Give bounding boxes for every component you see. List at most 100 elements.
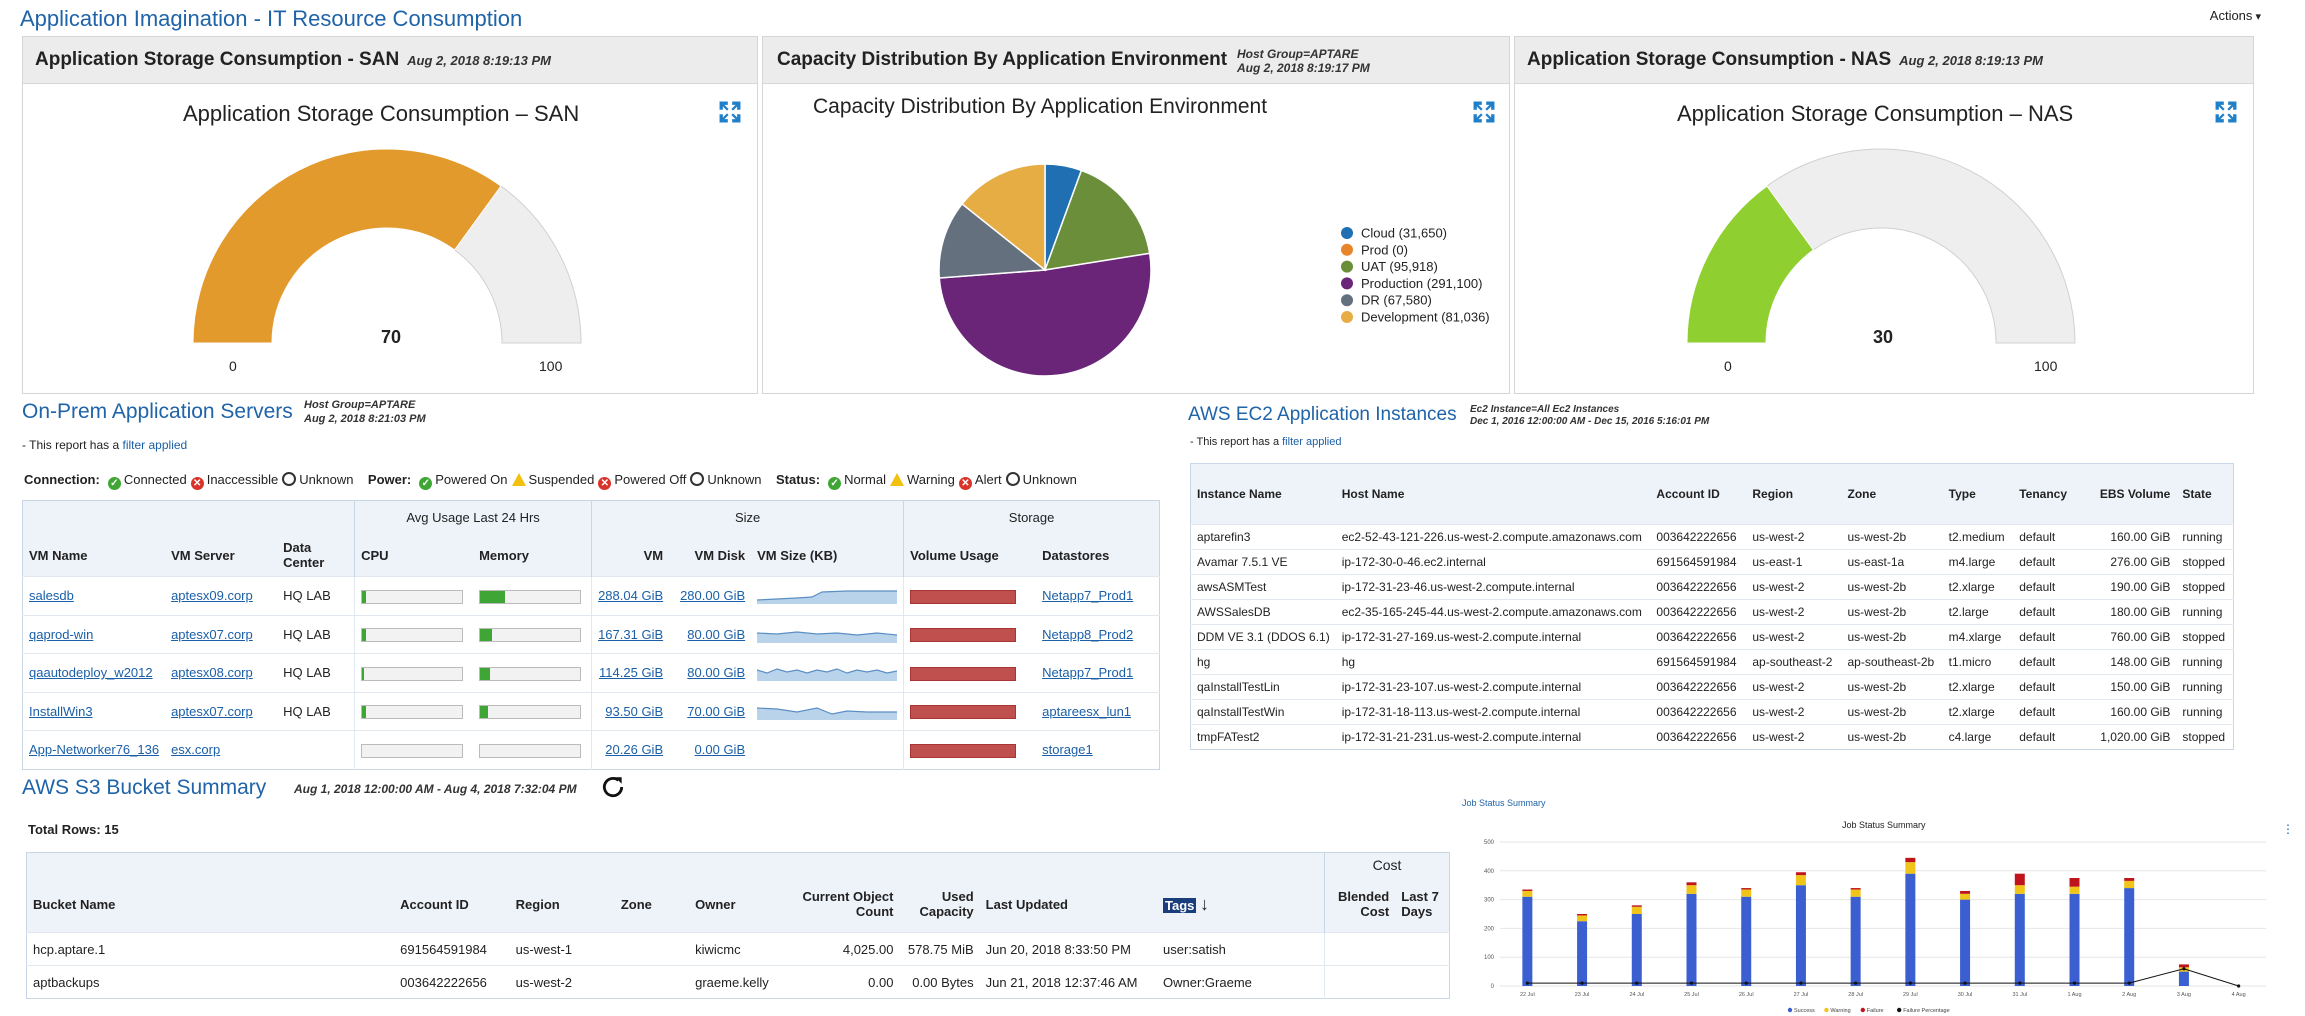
bar-warning[interactable]: [1577, 915, 1588, 922]
vm-disk-link[interactable]: 280.00 GiB: [680, 588, 745, 603]
table-row[interactable]: hcp.aptare.1 691564591984 us-west-1 kiwicmc…: [26, 932, 1450, 966]
bar-warning[interactable]: [1686, 885, 1697, 894]
col-used-capacity[interactable]: Used Capacity: [899, 876, 980, 933]
vm-name-link[interactable]: qaprod-win: [29, 627, 93, 642]
bar-warning[interactable]: [1631, 906, 1642, 914]
col-type[interactable]: Type: [1942, 463, 2014, 525]
vm-disk-link[interactable]: 0.00 GiB: [695, 742, 746, 757]
bar-failure[interactable]: [1686, 882, 1697, 886]
datastore-link[interactable]: aptareesx_lun1: [1042, 704, 1131, 719]
col-vm[interactable]: VM: [591, 534, 670, 577]
col-account-id[interactable]: Account ID: [394, 876, 510, 933]
bar-failure[interactable]: [2124, 878, 2135, 881]
col-cpu[interactable]: CPU: [354, 534, 474, 577]
bar-success[interactable]: [1960, 899, 1971, 986]
table-row[interactable]: aptbackups 003642222656 us-west-2 graeme.ke…: [26, 965, 1450, 999]
col-zone[interactable]: Zone: [614, 876, 690, 933]
vm-size-link[interactable]: 93.50 GiB: [605, 704, 663, 719]
col-zone[interactable]: Zone: [1841, 463, 1943, 525]
bar-failure[interactable]: [1795, 872, 1806, 876]
table-row[interactable]: AWSSalesDB ec2-35-165-245-44.us-west-2.co…: [1190, 599, 2234, 625]
bar-success[interactable]: [1686, 893, 1697, 986]
col-volume-usage[interactable]: Volume Usage: [903, 534, 1037, 577]
bar-success[interactable]: [2178, 971, 2189, 986]
bar-failure[interactable]: [1577, 914, 1588, 916]
bar-success[interactable]: [1850, 896, 1861, 986]
table-row[interactable]: Avamar 7.5.1 VE ip-172-30-0-46.ec2.intern…: [1190, 549, 2234, 575]
vm-name-link[interactable]: App-Networker76_136: [29, 742, 159, 757]
col-ebs-volume[interactable]: EBS Volume: [2086, 463, 2177, 525]
bar-failure[interactable]: [1905, 857, 1916, 863]
vm-server-link[interactable]: esx.corp: [171, 742, 220, 757]
col-vm-disk[interactable]: VM Disk: [669, 534, 752, 577]
vm-size-link[interactable]: 167.31 GiB: [598, 627, 663, 642]
bar-warning[interactable]: [1795, 875, 1806, 886]
table-row[interactable]: DDM VE 3.1 (DDOS 6.1) ip-172-31-27-169.us…: [1190, 624, 2234, 650]
bar-failure[interactable]: [1960, 890, 1971, 894]
col-object-count[interactable]: Current Object Count: [794, 876, 900, 933]
bar-warning[interactable]: [2014, 885, 2025, 894]
col-last-7-days[interactable]: Last 7 Days: [1395, 876, 1450, 933]
bar-warning[interactable]: [1850, 889, 1861, 897]
bar-success[interactable]: [1795, 885, 1806, 986]
table-row[interactable]: tmpFATest2 ip-172-31-21-231.us-west-2.com…: [1190, 724, 2234, 750]
actions-menu[interactable]: Actions: [2210, 8, 2261, 23]
vm-server-link[interactable]: aptesx07.corp: [171, 627, 253, 642]
bar-warning[interactable]: [1522, 890, 1533, 897]
vm-name-link[interactable]: salesdb: [29, 588, 74, 603]
table-row[interactable]: qaInstallTestLin ip-172-31-23-107.us-west…: [1190, 674, 2234, 700]
bar-failure[interactable]: [2069, 878, 2080, 887]
datastore-link[interactable]: Netapp7_Prod1: [1042, 588, 1133, 603]
datastore-link[interactable]: Netapp8_Prod2: [1042, 627, 1133, 642]
bar-failure[interactable]: [1850, 888, 1861, 890]
bar-warning[interactable]: [2069, 886, 2080, 894]
col-vm-name[interactable]: VM Name: [22, 534, 166, 577]
col-instance-name[interactable]: Instance Name: [1190, 463, 1336, 525]
vm-disk-link[interactable]: 80.00 GiB: [687, 665, 745, 680]
vm-disk-link[interactable]: 80.00 GiB: [687, 627, 745, 642]
col-state[interactable]: State: [2176, 463, 2234, 525]
bar-failure[interactable]: [1631, 905, 1642, 907]
vm-server-link[interactable]: aptesx09.corp: [171, 588, 253, 603]
vm-server-link[interactable]: aptesx07.corp: [171, 704, 253, 719]
filter-applied-link[interactable]: filter applied: [1282, 436, 1341, 448]
bar-warning[interactable]: [1905, 862, 1916, 874]
vm-disk-link[interactable]: 70.00 GiB: [687, 704, 745, 719]
col-memory[interactable]: Memory: [473, 534, 592, 577]
table-row[interactable]: qaInstallTestWin ip-172-31-18-113.us-west…: [1190, 699, 2234, 725]
refresh-icon[interactable]: [600, 774, 626, 800]
col-vm-server[interactable]: VM Server: [165, 534, 278, 577]
table-row[interactable]: awsASMTest ip-172-31-23-46.us-west-2.comp…: [1190, 574, 2234, 600]
col-region[interactable]: Region: [1746, 463, 1842, 525]
bar-success[interactable]: [1577, 921, 1588, 986]
vm-server-link[interactable]: aptesx08.corp: [171, 665, 253, 680]
bar-success[interactable]: [1741, 896, 1752, 986]
datastore-link[interactable]: Netapp7_Prod1: [1042, 665, 1133, 680]
bar-failure[interactable]: [2178, 964, 2189, 968]
col-account-id[interactable]: Account ID: [1650, 463, 1747, 525]
vm-size-link[interactable]: 288.04 GiB: [598, 588, 663, 603]
bar-success[interactable]: [1905, 873, 1916, 986]
bar-warning[interactable]: [1960, 893, 1971, 900]
bar-warning[interactable]: [2124, 880, 2135, 889]
vm-name-link[interactable]: qaautodeploy_w2012: [29, 665, 153, 680]
bar-success[interactable]: [1522, 896, 1533, 986]
col-bucket-name[interactable]: Bucket Name: [26, 876, 395, 933]
col-blended-cost[interactable]: Blended Cost: [1324, 876, 1396, 933]
col-region[interactable]: Region: [509, 876, 615, 933]
bar-failure[interactable]: [1522, 889, 1533, 891]
col-tags[interactable]: Tags ↓: [1157, 876, 1325, 933]
col-owner[interactable]: Owner: [689, 876, 795, 933]
col-host-name[interactable]: Host Name: [1335, 463, 1651, 525]
vm-size-link[interactable]: 114.25 GiB: [599, 665, 663, 680]
bar-success[interactable]: [2069, 893, 2080, 986]
col-datastores[interactable]: Datastores: [1036, 534, 1160, 577]
col-data-center[interactable]: Data Center: [277, 534, 355, 577]
table-row[interactable]: hg hg 691564591984 ap-southeast-2 ap-southea…: [1190, 649, 2234, 675]
table-row[interactable]: aptarefin3 ec2-52-43-121-226.us-west-2.co…: [1190, 524, 2234, 550]
vm-size-link[interactable]: 20.26 GiB: [605, 742, 663, 757]
vm-name-link[interactable]: InstallWin3: [29, 704, 93, 719]
col-last-updated[interactable]: Last Updated: [979, 876, 1158, 933]
bar-failure[interactable]: [1741, 888, 1752, 890]
datastore-link[interactable]: storage1: [1042, 742, 1093, 757]
